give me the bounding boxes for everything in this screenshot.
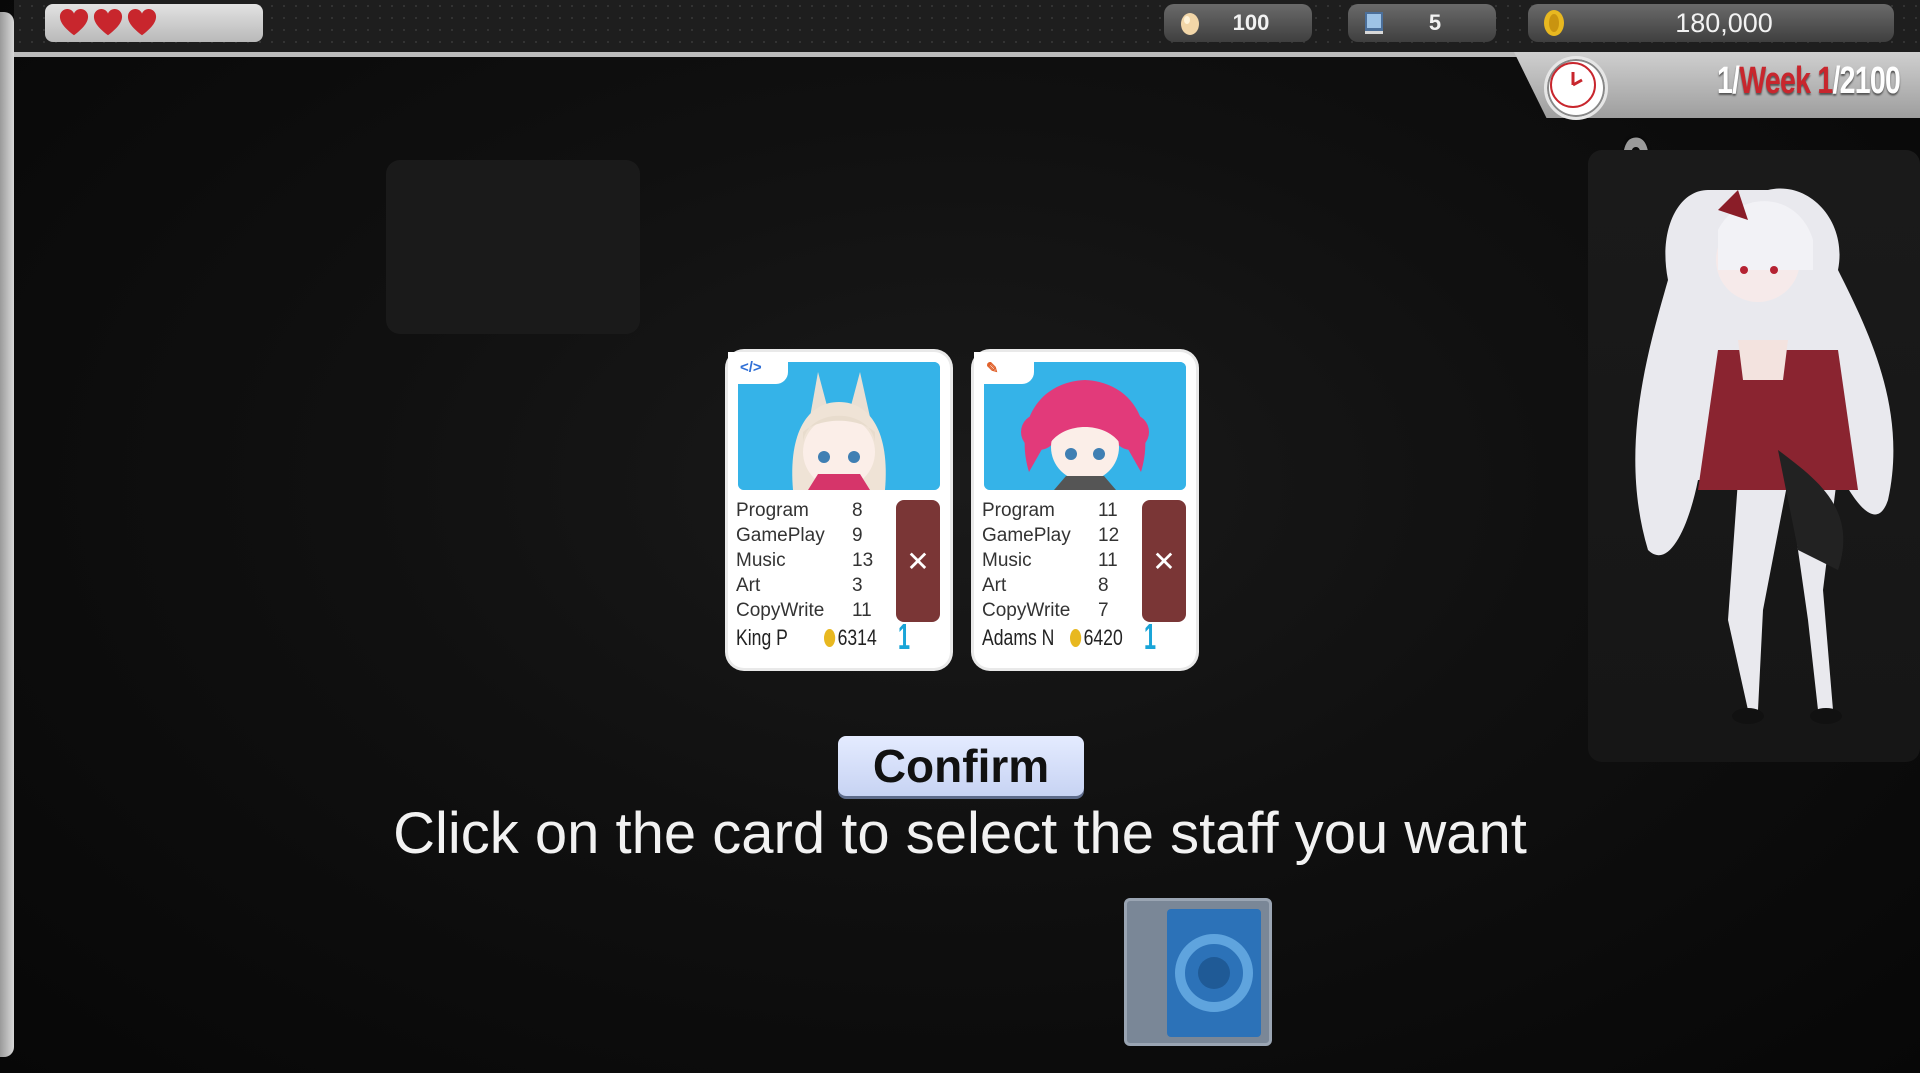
staff-card-adams-n[interactable]: ✎ Program 11 GamePlay 12 Music 11 Art 8 Copy… (974, 352, 1196, 668)
stat-label: Art (982, 575, 1007, 596)
stat-value: 8 (852, 500, 863, 521)
stat-row: Art 3 (736, 573, 886, 598)
paintbrush-icon: ✎ (986, 360, 999, 377)
staff-name: King P (736, 625, 788, 650)
stat-label: GamePlay (736, 525, 825, 546)
staff-name: Adams N (982, 625, 1055, 650)
stat-row: Art 8 (982, 573, 1132, 598)
stat-row: GamePlay 9 (736, 523, 886, 548)
heart-icon (127, 8, 157, 38)
heart-icon (93, 8, 123, 38)
stat-value: 11 (1098, 550, 1118, 571)
confirm-button[interactable]: Confirm (838, 736, 1084, 796)
close-icon: ✕ (906, 545, 930, 577)
staff-salary: 6314 (824, 625, 877, 651)
coin-icon (824, 629, 836, 647)
coin-icon (1070, 629, 1082, 647)
egg-count: 100 (1232, 10, 1270, 35)
staff-stats: Program 8 GamePlay 9 Music 13 Art 3 CopyWrit… (736, 498, 886, 623)
stat-row: CopyWrite 7 (982, 598, 1132, 623)
stat-value: 11 (852, 600, 872, 621)
stat-row: GamePlay 12 (982, 523, 1132, 548)
stat-label: Program (736, 500, 809, 521)
left-edge-rail (0, 12, 14, 1057)
staff-salary: 6420 (1070, 625, 1123, 651)
dismiss-button[interactable]: ✕ (1142, 500, 1186, 622)
stat-label: Program (982, 500, 1055, 521)
egg-resource: 100 (1164, 4, 1312, 42)
stat-row: Program 8 (736, 498, 886, 523)
staff-level: 1 (1144, 616, 1157, 657)
stat-value: 13 (852, 550, 874, 571)
stat-value: 11 (1098, 500, 1118, 521)
clock-icon (1544, 56, 1608, 120)
stat-label: GamePlay (982, 525, 1071, 546)
stat-label: CopyWrite (982, 600, 1071, 621)
character-illustration (1588, 150, 1920, 762)
date-week: Week 1 (1739, 60, 1833, 102)
coin-icon (1540, 9, 1568, 37)
code-icon: </> (740, 359, 762, 376)
stat-value: 9 (852, 525, 863, 546)
deck-card-face (1167, 909, 1261, 1037)
stat-row: Music 11 (982, 548, 1132, 573)
staff-level: 1 (898, 616, 911, 657)
role-tab: </> (728, 352, 788, 384)
lives-hearts (45, 4, 263, 42)
stat-label: Art (736, 575, 761, 596)
staff-card-king-p[interactable]: </> Program 8 GamePlay 9 Music 13 Art 3 Copy… (728, 352, 950, 668)
stat-value: 8 (1098, 575, 1109, 596)
egg-icon (1176, 9, 1204, 37)
stat-label: Music (982, 550, 1032, 571)
heart-icon (59, 8, 89, 38)
book-icon (1360, 9, 1388, 37)
money-amount: 180,000 (1675, 7, 1773, 38)
stat-row: CopyWrite 11 (736, 598, 886, 623)
instruction-text: Click on the card to select the staff yo… (393, 801, 1527, 866)
staff-stats: Program 11 GamePlay 12 Music 11 Art 8 CopyWr… (982, 498, 1132, 623)
stat-value: 12 (1098, 525, 1120, 546)
salary-value: 6314 (837, 625, 877, 650)
stat-label: Music (736, 550, 786, 571)
close-icon: ✕ (1152, 545, 1176, 577)
stat-row: Program 11 (982, 498, 1132, 523)
date-month: 1/ (1716, 60, 1740, 102)
stat-label: CopyWrite (736, 600, 825, 621)
date-readout: 1/Week 1/2100 (1716, 60, 1901, 103)
stat-value: 3 (852, 575, 863, 596)
book-resource: 5 (1348, 4, 1496, 42)
stat-row: Music 13 (736, 548, 886, 573)
money-resource: 180,000 (1528, 4, 1894, 42)
book-count: 5 (1428, 10, 1442, 35)
card-deck[interactable] (1124, 898, 1272, 1046)
dismiss-button[interactable]: ✕ (896, 500, 940, 622)
stat-value: 7 (1098, 600, 1109, 621)
salary-value: 6420 (1083, 625, 1123, 650)
date-year: /2100 (1832, 60, 1900, 102)
role-tab: ✎ (974, 352, 1034, 384)
empty-card-slot (386, 160, 640, 334)
